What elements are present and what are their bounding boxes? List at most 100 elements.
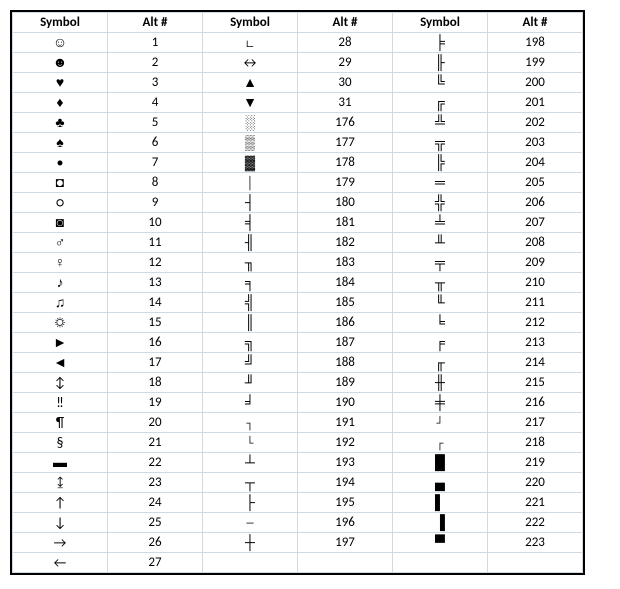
symbol-cell: ▒ — [203, 133, 298, 153]
alt-number-cell: 10 — [108, 213, 203, 233]
alt-number-cell: 212 — [488, 313, 583, 333]
symbol-cell: § — [13, 433, 108, 453]
table-row: ♥3▲30╚200 — [13, 73, 583, 93]
alt-number-cell: 180 — [298, 193, 393, 213]
symbol-cell: ‼ — [13, 393, 108, 413]
alt-number-cell: 220 — [488, 473, 583, 493]
symbol-cell: ☼ — [13, 313, 108, 333]
symbol-cell: ▄ — [393, 473, 488, 493]
col-header-symbol: Symbol — [203, 13, 298, 33]
alt-number-cell: 217 — [488, 413, 583, 433]
alt-number-cell — [488, 553, 583, 573]
symbol-cell: ◙ — [13, 213, 108, 233]
alt-number-cell: 30 — [298, 73, 393, 93]
symbol-cell: ┬ — [203, 473, 298, 493]
table-row: ○9┤180╬206 — [13, 193, 583, 213]
alt-number-cell: 13 — [108, 273, 203, 293]
table-row: ♫14╣185╙211 — [13, 293, 583, 313]
alt-number-cell: 4 — [108, 93, 203, 113]
symbol-cell: ╨ — [393, 233, 488, 253]
table-row: ☺1∟28╞198 — [13, 33, 583, 53]
symbol-cell: ║ — [203, 313, 298, 333]
symbol-cell: ╘ — [393, 313, 488, 333]
alt-number-cell: 26 — [108, 533, 203, 553]
alt-number-cell: 14 — [108, 293, 203, 313]
table-row: ▬22┴193█219 — [13, 453, 583, 473]
symbol-cell: ╢ — [203, 233, 298, 253]
table-row: →26┼197▀223 — [13, 533, 583, 553]
symbol-cell: ─ — [203, 513, 298, 533]
alt-number-cell: 196 — [298, 513, 393, 533]
alt-number-cell: 17 — [108, 353, 203, 373]
alt-number-cell: 189 — [298, 373, 393, 393]
alt-number-cell: 218 — [488, 433, 583, 453]
alt-number-cell: 21 — [108, 433, 203, 453]
alt-number-cell: 195 — [298, 493, 393, 513]
alt-number-cell: 16 — [108, 333, 203, 353]
alt-number-cell: 206 — [488, 193, 583, 213]
symbol-cell: ┴ — [203, 453, 298, 473]
symbol-cell: ▀ — [393, 533, 488, 553]
symbol-cell: ╟ — [393, 53, 488, 73]
alt-number-cell: 11 — [108, 233, 203, 253]
alt-number-cell: 221 — [488, 493, 583, 513]
alt-number-cell: 5 — [108, 113, 203, 133]
symbol-cell: ↑ — [13, 493, 108, 513]
table-row: ♠6▒177╦203 — [13, 133, 583, 153]
alt-number-cell: 203 — [488, 133, 583, 153]
alt-number-cell: 187 — [298, 333, 393, 353]
alt-number-cell: 216 — [488, 393, 583, 413]
symbol-cell: ╦ — [393, 133, 488, 153]
symbol-cell: ↓ — [13, 513, 108, 533]
symbol-cell: ╧ — [393, 213, 488, 233]
table-row: ←27 — [13, 553, 583, 573]
alt-number-cell: 183 — [298, 253, 393, 273]
table-row: ♦4▼31╔201 — [13, 93, 583, 113]
symbol-cell: ═ — [393, 173, 488, 193]
alt-number-cell: 184 — [298, 273, 393, 293]
symbol-cell: ░ — [203, 113, 298, 133]
alt-number-cell: 2 — [108, 53, 203, 73]
symbol-cell: ♀ — [13, 253, 108, 273]
table-row: ↨23┬194▄220 — [13, 473, 583, 493]
alt-number-cell: 9 — [108, 193, 203, 213]
table-row: ‼19╛190╪216 — [13, 393, 583, 413]
table-row: ¶20┐191┘217 — [13, 413, 583, 433]
alt-number-cell: 25 — [108, 513, 203, 533]
symbol-cell: ↔ — [203, 53, 298, 73]
alt-number-cell: 20 — [108, 413, 203, 433]
col-header-symbol: Symbol — [13, 13, 108, 33]
alt-number-cell: 200 — [488, 73, 583, 93]
alt-number-cell: 181 — [298, 213, 393, 233]
symbol-cell: ╓ — [393, 353, 488, 373]
alt-number-cell: 213 — [488, 333, 583, 353]
alt-number-cell: 177 — [298, 133, 393, 153]
alt-number-cell: 205 — [488, 173, 583, 193]
alt-number-cell: 176 — [298, 113, 393, 133]
symbol-cell: ╚ — [393, 73, 488, 93]
symbol-cell: ► — [13, 333, 108, 353]
symbol-cell: ← — [13, 553, 108, 573]
symbol-cell: ◘ — [13, 173, 108, 193]
symbol-cell: ∟ — [203, 33, 298, 53]
alt-number-cell: 23 — [108, 473, 203, 493]
alt-number-cell: 19 — [108, 393, 203, 413]
table-row: ►16╗187╒213 — [13, 333, 583, 353]
alt-number-cell: 179 — [298, 173, 393, 193]
alt-number-cell: 24 — [108, 493, 203, 513]
table-row: ◙10╡181╧207 — [13, 213, 583, 233]
symbol-cell: ☻ — [13, 53, 108, 73]
table-row: ↕18╜189╫215 — [13, 373, 583, 393]
alt-number-cell: 1 — [108, 33, 203, 53]
symbol-cell: ♦ — [13, 93, 108, 113]
alt-number-cell: 188 — [298, 353, 393, 373]
table-row: ↓25─196▐222 — [13, 513, 583, 533]
table-header-row: SymbolAlt #SymbolAlt #SymbolAlt # — [13, 13, 583, 33]
symbol-cell: ♫ — [13, 293, 108, 313]
alt-number-cell: 211 — [488, 293, 583, 313]
table-row: ♀12╖183╤209 — [13, 253, 583, 273]
alt-number-cell: 7 — [108, 153, 203, 173]
alt-number-cell: 29 — [298, 53, 393, 73]
symbol-cell: ╫ — [393, 373, 488, 393]
symbol-cell: ▬ — [13, 453, 108, 473]
